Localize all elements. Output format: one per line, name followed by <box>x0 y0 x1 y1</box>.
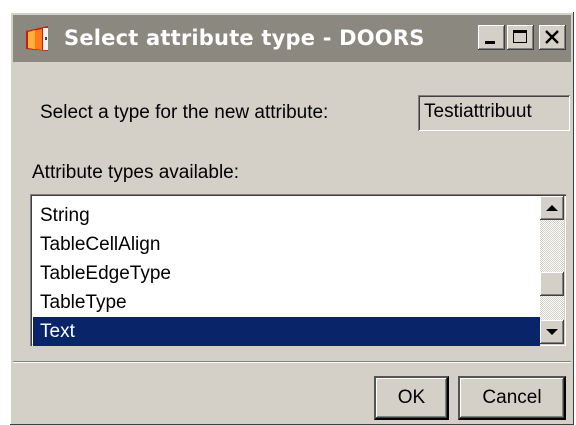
title-bar[interactable]: Select attribute type - DOORS <box>13 15 571 62</box>
cancel-button[interactable]: Cancel <box>458 376 566 420</box>
minimize-button[interactable] <box>478 25 505 50</box>
list-item[interactable]: String <box>33 201 540 230</box>
attribute-type-prompt-label: Select a type for the new attribute: <box>40 102 329 123</box>
scrollbar-thumb[interactable] <box>540 272 564 296</box>
arrow-down-icon <box>546 329 558 335</box>
ok-button[interactable]: OK <box>374 376 449 420</box>
vertical-scrollbar[interactable] <box>540 196 564 344</box>
window-title: Select attribute type - DOORS <box>64 26 425 50</box>
list-item[interactable]: TableEdgeType <box>33 259 540 288</box>
close-button[interactable] <box>539 25 566 50</box>
maximize-button[interactable] <box>507 25 534 50</box>
list-item[interactable]: TableCellAlign <box>33 230 540 259</box>
attribute-types-listbox[interactable]: String TableCellAlign TableEdgeType Tabl… <box>30 194 566 346</box>
attribute-name-field: Testiattribuut <box>418 95 570 131</box>
minimize-icon <box>485 41 495 44</box>
select-attribute-type-dialog: Select attribute type - DOORS Select a t… <box>10 12 574 425</box>
separator <box>13 361 571 363</box>
arrow-up-icon <box>546 205 558 211</box>
maximize-icon <box>513 30 527 43</box>
doors-app-icon[interactable] <box>24 25 50 52</box>
list-item[interactable]: TableType <box>33 288 540 317</box>
scroll-down-button[interactable] <box>540 320 564 344</box>
list-item-selected[interactable]: Text <box>33 317 540 346</box>
attribute-types-label: Attribute types available: <box>32 162 240 183</box>
scroll-up-button[interactable] <box>540 196 564 220</box>
close-icon <box>545 30 559 44</box>
